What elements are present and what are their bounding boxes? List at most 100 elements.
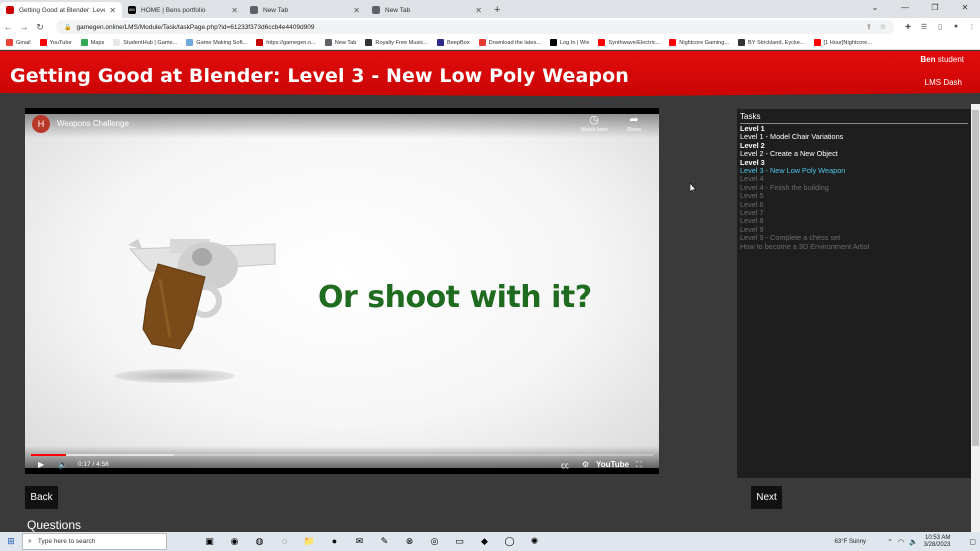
bookmark-item[interactable]: StudentHub | Game...: [113, 39, 177, 46]
bookmark-star-icon[interactable]: ☆: [880, 23, 886, 31]
bookmark-item[interactable]: Gmail: [6, 39, 31, 46]
back-arrow-icon[interactable]: ←: [0, 22, 16, 32]
chevron-down-icon[interactable]: ⌄: [860, 0, 890, 16]
browser-tab[interactable]: Getting Good at Blender: Level 3 ✕: [0, 2, 122, 18]
tray-chevron-icon[interactable]: ⌃: [887, 538, 893, 546]
chat-icon[interactable]: ◍: [247, 536, 272, 547]
scrollbar-thumb[interactable]: [972, 110, 979, 446]
browser-tab[interactable]: WIX HOME | Bens portfolio ✕: [122, 2, 244, 18]
share-page-icon[interactable]: ⇪: [866, 23, 872, 31]
bookmark-label: Log In | Wix: [559, 39, 590, 46]
user-name[interactable]: Ben student: [920, 55, 964, 64]
weather-widget[interactable]: 63°F Sunny: [835, 539, 866, 545]
minimize-icon[interactable]: —: [890, 0, 920, 16]
channel-avatar[interactable]: H: [32, 115, 50, 133]
revolver-image: [128, 239, 276, 350]
windows-start-icon[interactable]: ⊞: [0, 536, 22, 547]
bookmark-item[interactable]: Log In | Wix: [549, 39, 590, 46]
bookmark-item[interactable]: Download the lates...: [478, 39, 541, 46]
clock[interactable]: 10:53 AM 3/28/2023: [924, 535, 951, 549]
bookmark-item[interactable]: Nightcore Gaming...: [669, 39, 729, 46]
browser-tab[interactable]: New Tab ✕: [366, 2, 488, 18]
chrome-icon[interactable]: ◎: [422, 536, 447, 547]
bookmark-item[interactable]: Synthwave/Electric...: [598, 39, 660, 46]
browser-tab[interactable]: New Tab ✕: [244, 2, 366, 18]
taskbar-search[interactable]: ⌕ Type here to search: [22, 533, 167, 550]
bookmark-item[interactable]: BeepBox: [436, 39, 470, 46]
gear-icon[interactable]: ⚙: [582, 460, 589, 469]
document-icon[interactable]: ▭: [447, 536, 472, 547]
maximize-icon[interactable]: ❐: [920, 0, 950, 16]
played-bar: [31, 454, 67, 456]
next-button[interactable]: Next: [751, 486, 782, 509]
app-icon[interactable]: ◌: [272, 536, 297, 547]
profile-avatar-icon[interactable]: ●: [948, 23, 964, 31]
notification-icon[interactable]: ▢: [969, 538, 976, 546]
captions-icon[interactable]: ㏄: [561, 460, 569, 471]
browser-tab-title[interactable]: New Tab: [263, 7, 349, 14]
opera-icon[interactable]: ◯: [497, 536, 522, 547]
menu-dots-icon[interactable]: ⋮: [964, 23, 980, 31]
url-omnibox[interactable]: 🔒 gamegen.online/LMS/Module/Task/taskPag…: [56, 20, 894, 34]
lock-icon[interactable]: 🔒: [64, 24, 71, 31]
notes-icon[interactable]: ✎: [372, 536, 397, 547]
bookmark-item[interactable]: [1 Hour]Nightcore...: [813, 39, 872, 46]
video-progress-bar[interactable]: [31, 454, 653, 456]
watch-later-button[interactable]: ◷ Watch later: [577, 114, 611, 133]
page-title: Getting Good at Blender: Level 3 - New L…: [10, 65, 629, 87]
bookmark-favicon-icon: [113, 39, 121, 46]
bookmark-favicon-icon: [39, 39, 47, 46]
widgets-icon[interactable]: ◉: [222, 536, 247, 547]
bookmark-item[interactable]: BY Strickland, Eycke...: [738, 39, 805, 46]
bookmark-favicon-icon: [813, 39, 821, 46]
tab-close-icon[interactable]: ✕: [353, 6, 360, 15]
wifi-icon[interactable]: ◠: [898, 538, 904, 546]
bookmark-favicon-icon: [80, 39, 88, 46]
bookmark-label: Synthwave/Electric...: [608, 39, 661, 46]
browser-tab-title[interactable]: New Tab: [385, 7, 471, 14]
reading-list-icon[interactable]: ☰: [916, 23, 932, 31]
bookmark-item[interactable]: Game Making Soft...: [186, 39, 247, 46]
lms-dash-link[interactable]: LMS Dash: [925, 78, 962, 87]
file-explorer-icon[interactable]: 📁: [297, 536, 322, 547]
bookmark-item[interactable]: Royalty Free Music...: [365, 39, 428, 46]
xbox-icon[interactable]: ⊗: [397, 536, 422, 547]
video-time: 0:17 / 4:58: [78, 461, 109, 468]
volume-icon[interactable]: 🔈: [58, 460, 68, 469]
tab-close-icon[interactable]: ✕: [475, 6, 482, 15]
video-frame[interactable]: Or shoot with it?: [25, 114, 659, 468]
play-icon[interactable]: ▶: [38, 460, 44, 469]
bookmark-item[interactable]: New Tab: [324, 39, 356, 46]
browser-tab-title[interactable]: Getting Good at Blender: Level 3: [19, 7, 105, 14]
back-button[interactable]: Back: [25, 486, 58, 509]
browser-tab-title[interactable]: HOME | Bens portfolio: [141, 7, 227, 14]
mail-icon[interactable]: ✉: [347, 536, 372, 547]
unity-icon[interactable]: ◆: [472, 536, 497, 547]
new-tab-plus-icon[interactable]: +: [494, 4, 500, 16]
tab-close-icon[interactable]: ✕: [231, 6, 238, 15]
task-view-icon[interactable]: ▣: [197, 536, 222, 547]
side-panel-icon[interactable]: ▯: [932, 23, 948, 31]
page-scrollbar[interactable]: [971, 104, 980, 532]
video-title[interactable]: Weapons Challenge: [57, 119, 129, 128]
extensions-puzzle-icon[interactable]: ✚: [900, 23, 916, 31]
share-button[interactable]: ➦ Share: [617, 114, 651, 133]
reload-icon[interactable]: ↻: [32, 22, 48, 33]
youtube-logo[interactable]: YouTube: [596, 460, 629, 469]
bookmark-label: Gmail: [16, 39, 31, 46]
bookmark-item[interactable]: Maps: [80, 39, 104, 46]
system-tray: 63°F Sunny ⌃ ◠ 🔈 10:53 AM 3/28/2023 ▢: [835, 532, 976, 551]
bookmark-item[interactable]: https://gamegen.o...: [256, 39, 316, 46]
bookmark-favicon-icon: [669, 39, 677, 46]
blender-icon[interactable]: ✺: [522, 536, 547, 547]
url-text[interactable]: gamegen.online/LMS/Module/Task/taskPage.…: [76, 24, 857, 31]
bookmark-label: StudentHub | Game...: [123, 39, 178, 46]
spotify-icon[interactable]: ●: [322, 536, 347, 547]
speaker-icon[interactable]: 🔈: [909, 538, 918, 546]
video-player[interactable]: Or shoot with it? H Weapons Challenge ◷ …: [25, 108, 659, 474]
close-icon[interactable]: ✕: [950, 0, 980, 16]
fullscreen-icon[interactable]: ⛶: [636, 460, 642, 470]
forward-arrow-icon[interactable]: →: [16, 22, 32, 32]
tab-close-icon[interactable]: ✕: [109, 6, 116, 15]
bookmark-item[interactable]: YouTube: [39, 39, 72, 46]
